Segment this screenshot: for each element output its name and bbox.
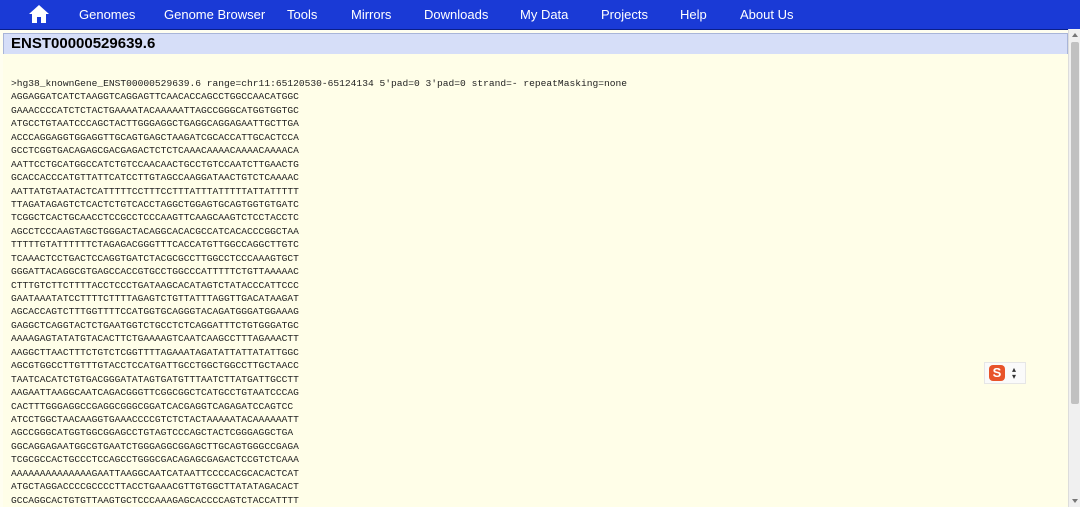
sequence-line: AAGGCTTAACTTTCTGTCTCGGTTTTAGAAATAGATATTA… [11,346,299,358]
sequence-line: AGCGTGGCCTTGTTTGTACCTCCATGATTGCCTGGCTGGC… [11,360,299,372]
sequence-line: GGCAGGAGAATGGCGTGAATCTGGGAGGCGGAGCTTGCAG… [11,440,299,452]
sequence-line: ACCCAGGAGGTGGAGGTTGCAGTGAGCTAAGATCGCACCA… [11,131,299,143]
sequence-line: TTTTTGTATTTTTTCTAGAGACGGGTTTCACCATGTTGGC… [11,239,299,251]
nav-mirrors[interactable]: Mirrors [351,0,391,29]
nav-tools[interactable]: Tools [287,0,317,29]
sequence-line: TCGGCTCACTGCAACCTCCGCCTCCCAAGTTCAAGCAAGT… [11,212,299,224]
sequence-output: >hg38_knownGene_ENST00000529639.6 range=… [11,77,627,507]
sogou-s-icon[interactable]: S [989,365,1005,381]
sequence-line: GCCTCGGTGACAGAGCGACGAGACTCTCTCAAACAAAACA… [11,145,299,157]
sequence-line: ATGCTAGGACCCCGCCCCTTACCTGAAACGTTGTGGCTTA… [11,481,299,493]
sequence-line: AGCCGGGCATGGTGGCGGAGCCTGTAGTCCCAGCTACTCG… [11,427,294,439]
scroll-up-arrow-icon[interactable] [1072,33,1078,37]
sequence-line: AGCCTCCCAAGTAGCTGGGACTACAGGCACACGCCATCAC… [11,225,299,237]
sequence-line: TCGCGCCACTGCCCTCCAGCCTGGGCGACAGAGCGAGACT… [11,454,299,466]
sequence-line: AGGAGGATCATCTAAGGTCAGGAGTTCAACACCAGCCTGG… [11,91,299,103]
sequence-line: AAAAGAGTATATGTACACTTCTGAAAAGTCAATCAAGCCT… [11,333,299,345]
fasta-header: >hg38_knownGene_ENST00000529639.6 range=… [11,78,628,89]
vertical-scrollbar[interactable] [1068,29,1080,507]
page-title: ENST00000529639.6 [11,35,156,52]
nav-downloads[interactable]: Downloads [424,0,488,29]
nav-genome-browser[interactable]: Genome Browser [164,0,265,29]
sequence-line: AGCACCAGTCTTTGGTTTTCCATGGTGCAGGGTACAGATG… [11,306,299,318]
sequence-line: GGGATTACAGGCGTGAGCCACCGTGCCTGGCCCATTTTTC… [11,266,299,278]
top-navigation-bar: Genomes Genome Browser Tools Mirrors Dow… [0,0,1080,30]
sequence-line: AAGAATTAAGGCAATCAGACGGGTTCGGCGGCTCATGCCT… [11,387,299,399]
ime-toolbar-widget[interactable]: S ▴ ▾ [984,362,1026,384]
sequence-line: TCAAACTCCTGACTCCAGGTGATCTACGCGCCTTGGCCTC… [11,252,299,264]
sequence-line: GCACCACCCATGTTATTCATCCTTGTAGCCAAGGATAACT… [11,172,299,184]
widget-menu-arrows-icon[interactable]: ▴ ▾ [1012,366,1016,381]
sequence-line: AATTATGTAATACTCATTTTTCCTTTCCTTTATTTATTTT… [11,185,299,197]
page-title-bar: ENST00000529639.6 [3,33,1068,55]
nav-about-us[interactable]: About Us [740,0,793,29]
sequence-line: GAAACCCCATCTCTACTGAAAATACAAAAATTAGCCGGGC… [11,104,299,116]
scroll-down-arrow-icon[interactable] [1072,499,1078,503]
nav-projects[interactable]: Projects [601,0,648,29]
scrollbar-thumb[interactable] [1071,42,1079,404]
sequence-line: GAGGCTCAGGTACTCTGAATGGTCTGCCTCTCAGGATTTC… [11,319,299,331]
sequence-line: TTAGATAGAGTCTCACTCTGTCACCTAGGCTGGAGTGCAG… [11,198,299,210]
nav-help[interactable]: Help [680,0,707,29]
sequence-line: AATTCCTGCATGGCCATCTGTCCAACAACTGCCTGTCCAA… [11,158,299,170]
sequence-line: ATCCTGGCTAACAAGGTGAAACCCCGTCTCTACTAAAAAT… [11,413,299,425]
sequence-line: GCCAGGCACTGTGTTAAGTGCTCCCAAAGAGCACCCCAGT… [11,494,299,506]
sequence-line: AAAAAAAAAAAAAAGAATTAAGGCAATCATAATTCCCCAC… [11,467,299,479]
sequence-line: GAATAAATATCCTTTTCTTTTAGAGTCTGTTATTTAGGTT… [11,293,299,304]
sequence-line: CACTTTGGGAGGCCGAGGCGGGCGGATCACGAGGTCAGAG… [11,400,294,412]
sequence-line: TAATCACATCTGTGACGGGATATAGTGATGTTTAATCTTA… [11,373,299,385]
sequence-line: ATGCCTGTAATCCCAGCTACTTGGGAGGCTGAGGCAGGAG… [11,118,299,130]
home-icon[interactable] [28,4,50,24]
sequence-line: CTTTGTCTTCTTTTACCTCCCTGATAAGCACATAGTCTAT… [11,279,299,291]
nav-my-data[interactable]: My Data [520,0,568,29]
nav-genomes[interactable]: Genomes [79,0,135,29]
